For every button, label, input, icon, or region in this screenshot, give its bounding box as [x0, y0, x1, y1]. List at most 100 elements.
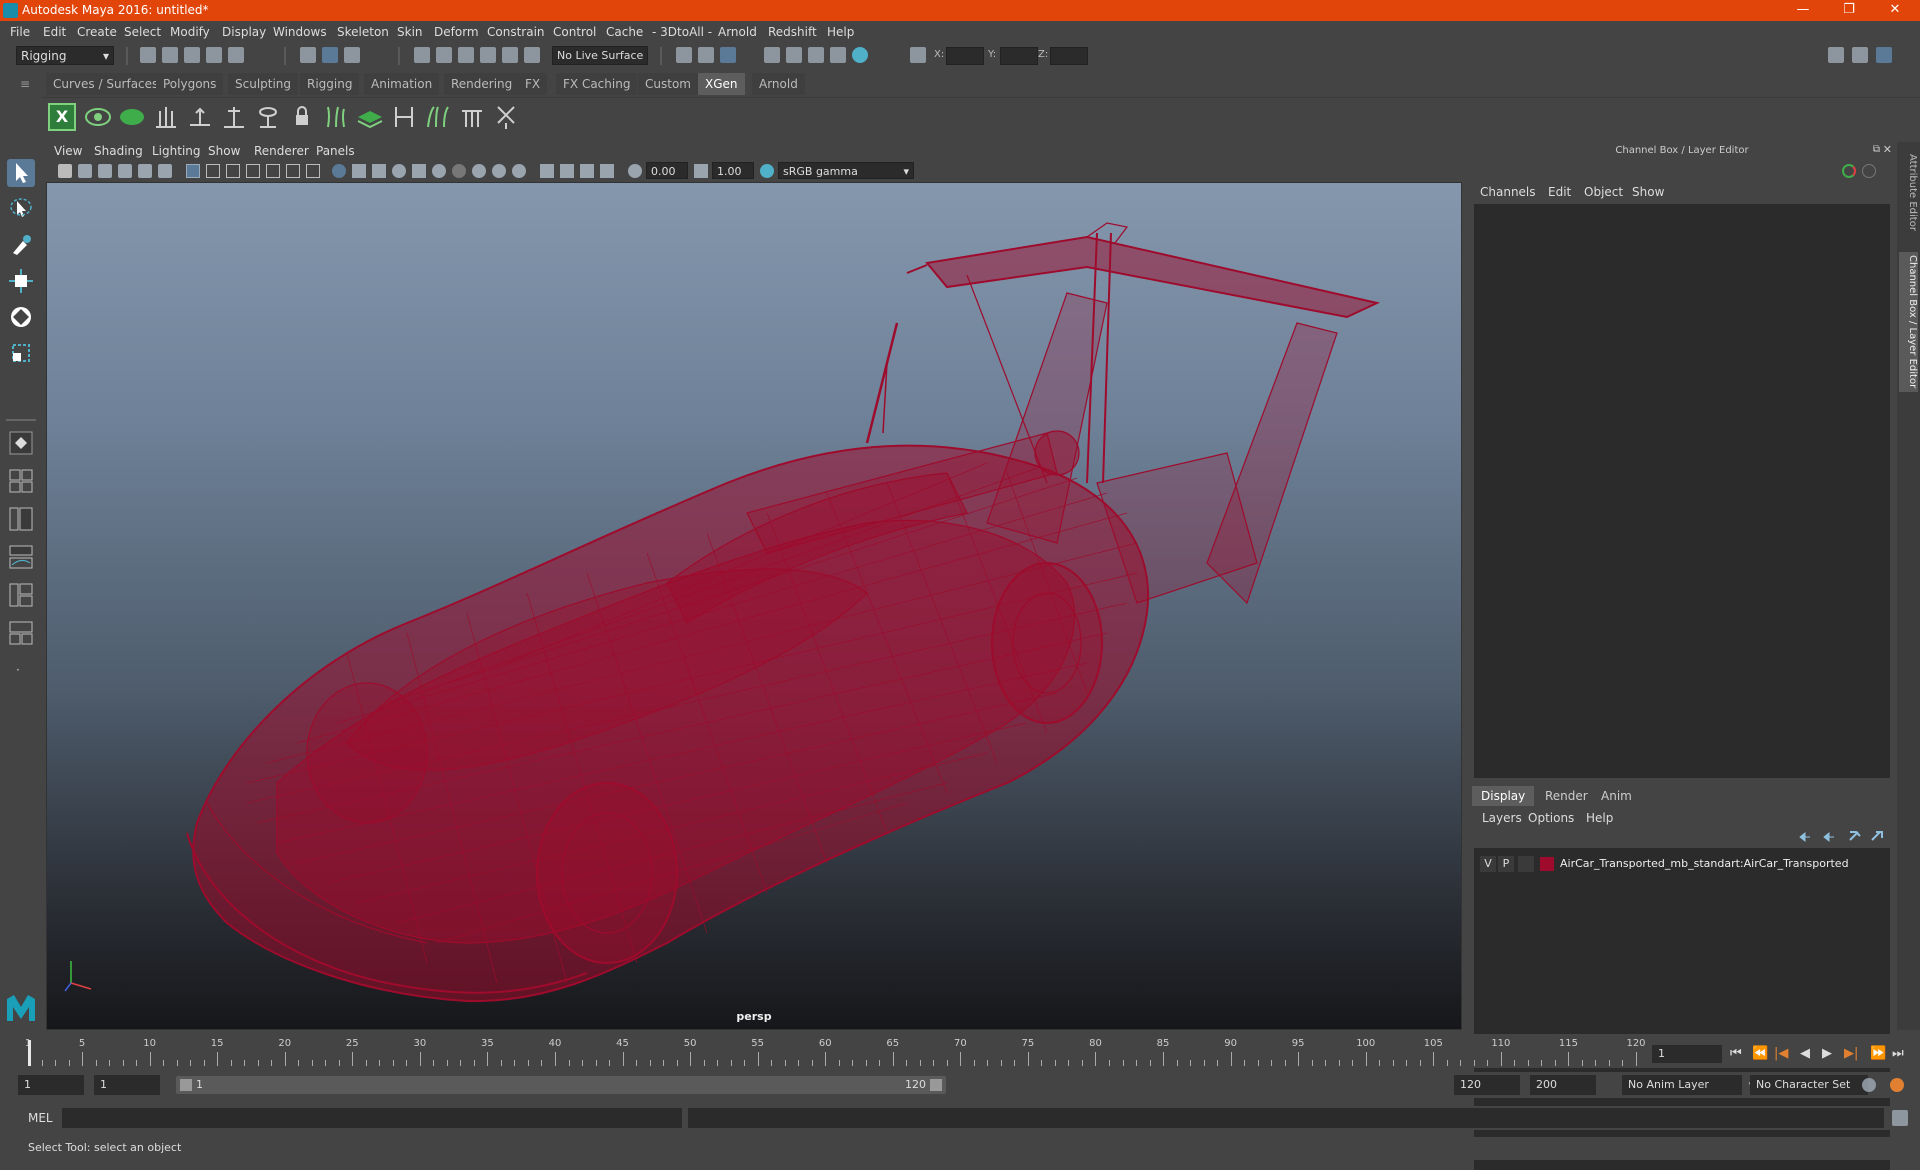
character-set-dropdown[interactable]: No Character Set: [1750, 1075, 1868, 1095]
snap-grid-icon[interactable]: [414, 47, 430, 63]
grease-pencil-icon[interactable]: [158, 164, 172, 178]
move-layer-down-icon[interactable]: [1822, 830, 1836, 844]
camera-attributes-icon[interactable]: [78, 164, 92, 178]
playback-end-field[interactable]: 120: [1454, 1075, 1520, 1095]
script-language-label[interactable]: MEL: [28, 1111, 53, 1125]
shelf-tab-sculpting[interactable]: Sculpting: [228, 73, 299, 95]
menu-create[interactable]: Create: [77, 25, 117, 39]
channel-box-area[interactable]: [1474, 204, 1890, 778]
y-field[interactable]: [1000, 47, 1038, 65]
layer-visibility-toggle[interactable]: V: [1480, 856, 1496, 872]
modeling-toolkit-icon[interactable]: [1828, 47, 1844, 63]
exposure-field[interactable]: 0.00: [646, 162, 688, 179]
magnet-icon[interactable]: [524, 47, 540, 63]
rotate-tool-icon[interactable]: [7, 303, 35, 331]
safe-action-icon[interactable]: [286, 164, 300, 178]
wireframe-icon[interactable]: [332, 164, 346, 178]
ipr-render-icon[interactable]: [808, 47, 824, 63]
use-all-lights-icon[interactable]: [412, 164, 426, 178]
shelf-tab-rigging[interactable]: Rigging: [300, 73, 360, 95]
xgen-groom-layers-icon[interactable]: [356, 103, 384, 131]
transform-mode-icon[interactable]: [910, 47, 926, 63]
side-tab-channel-box[interactable]: Channel Box / Layer Editor: [1899, 252, 1918, 392]
attribute-editor-toggle-icon[interactable]: [1852, 47, 1868, 63]
manipulator-icon[interactable]: [1842, 164, 1856, 178]
snap-curve-icon[interactable]: [436, 47, 452, 63]
gate-mask-icon[interactable]: [246, 164, 260, 178]
playback-start-field[interactable]: 1: [94, 1075, 160, 1095]
edit-menu[interactable]: Edit: [1548, 185, 1571, 199]
object-menu[interactable]: Object: [1584, 185, 1623, 199]
redo-icon[interactable]: [228, 47, 244, 63]
select-hierarchy-icon[interactable]: [300, 47, 316, 63]
viewport-menu-renderer[interactable]: Renderer: [254, 144, 309, 158]
xray-components-icon[interactable]: [600, 164, 614, 178]
input-ops-icon[interactable]: [676, 47, 692, 63]
smooth-shade-icon[interactable]: [352, 164, 366, 178]
layer-tab-anim[interactable]: Anim: [1592, 786, 1641, 806]
layer-tab-render[interactable]: Render: [1536, 786, 1597, 806]
graph-editor-layout-icon[interactable]: [7, 543, 35, 571]
shelf-menu-icon[interactable]: ≡: [20, 77, 30, 91]
auto-key-icon[interactable]: [1862, 1078, 1876, 1092]
animation-start-field[interactable]: 1: [18, 1075, 84, 1095]
gamma-icon[interactable]: [694, 164, 708, 178]
xgen-editor-icon[interactable]: X: [48, 103, 76, 131]
menu-set-dropdown[interactable]: Rigging ▾: [16, 46, 114, 65]
new-layer-icon[interactable]: [1848, 830, 1862, 844]
menu-windows[interactable]: Windows: [273, 25, 327, 39]
xgen-delete-guide-icon[interactable]: [492, 103, 520, 131]
xgen-grass-icon[interactable]: [322, 103, 350, 131]
move-layer-up-icon[interactable]: [1798, 830, 1812, 844]
xgen-curl-icon[interactable]: [424, 103, 452, 131]
z-field[interactable]: [1050, 47, 1088, 65]
gamma-field[interactable]: 1.00: [712, 162, 754, 179]
snap-point-icon[interactable]: [458, 47, 474, 63]
image-plane-icon[interactable]: [118, 164, 132, 178]
bookmarks-icon[interactable]: [98, 164, 112, 178]
restore-button[interactable]: ❐: [1826, 0, 1872, 21]
new-layer-from-selected-icon[interactable]: [1870, 830, 1884, 844]
isolate-select-icon[interactable]: [540, 164, 554, 178]
menu-file[interactable]: File: [10, 25, 30, 39]
menu-3dtoall[interactable]: - 3DtoAll -: [652, 25, 712, 39]
depth-of-field-icon[interactable]: [512, 164, 526, 178]
live-surface-field[interactable]: No Live Surface: [552, 46, 648, 65]
shelf-tab-arnold[interactable]: Arnold: [752, 73, 805, 95]
xgen-guides-icon[interactable]: [152, 103, 180, 131]
anti-aliasing-icon[interactable]: [492, 164, 506, 178]
make-live-icon[interactable]: [502, 47, 518, 63]
play-backwards-button[interactable]: ◀: [1800, 1046, 1810, 1061]
x-field[interactable]: [946, 47, 984, 65]
xgen-guide-visibility-icon[interactable]: [254, 103, 282, 131]
menu-constrain[interactable]: Constrain: [487, 25, 545, 39]
step-back-frame-button[interactable]: |◀: [1774, 1046, 1788, 1061]
layer-row[interactable]: V P AirCar_Transported_mb_standart:AirCa…: [1478, 854, 1884, 874]
xray-joints-icon[interactable]: [580, 164, 594, 178]
xgen-comb-icon[interactable]: [390, 103, 418, 131]
xgen-add-guide-icon[interactable]: [186, 103, 214, 131]
menu-cache[interactable]: Cache: [606, 25, 643, 39]
shelf-tab-xgen[interactable]: XGen: [698, 73, 745, 95]
outliner-layout-icon[interactable]: [7, 505, 35, 533]
range-start-handle[interactable]: [180, 1079, 192, 1091]
menu-control[interactable]: Control: [553, 25, 596, 39]
menu-help[interactable]: Help: [827, 25, 854, 39]
viewport-menu-lighting[interactable]: Lighting: [152, 144, 201, 158]
side-tab-attribute-editor[interactable]: Attribute Editor: [1899, 150, 1918, 234]
new-scene-icon[interactable]: [140, 47, 156, 63]
shelf-tab-custom[interactable]: Custom: [638, 73, 698, 95]
select-object-icon[interactable]: [322, 47, 338, 63]
color-space-dropdown[interactable]: sRGB gamma ▾: [778, 162, 914, 179]
range-slider-bar[interactable]: 1 120: [176, 1076, 946, 1094]
close-button[interactable]: ✕: [1872, 0, 1918, 21]
scale-tool-icon[interactable]: [7, 339, 35, 367]
shelf-tab-fx-caching[interactable]: FX Caching: [556, 73, 638, 95]
xray-icon[interactable]: [560, 164, 574, 178]
show-menu[interactable]: Show: [1632, 185, 1664, 199]
render-view-icon[interactable]: [764, 47, 780, 63]
single-perspective-layout-icon[interactable]: [7, 429, 35, 457]
step-forward-key-button[interactable]: ⏩: [1870, 1046, 1886, 1061]
xgen-lock-icon[interactable]: [288, 103, 316, 131]
command-input[interactable]: [62, 1108, 682, 1128]
